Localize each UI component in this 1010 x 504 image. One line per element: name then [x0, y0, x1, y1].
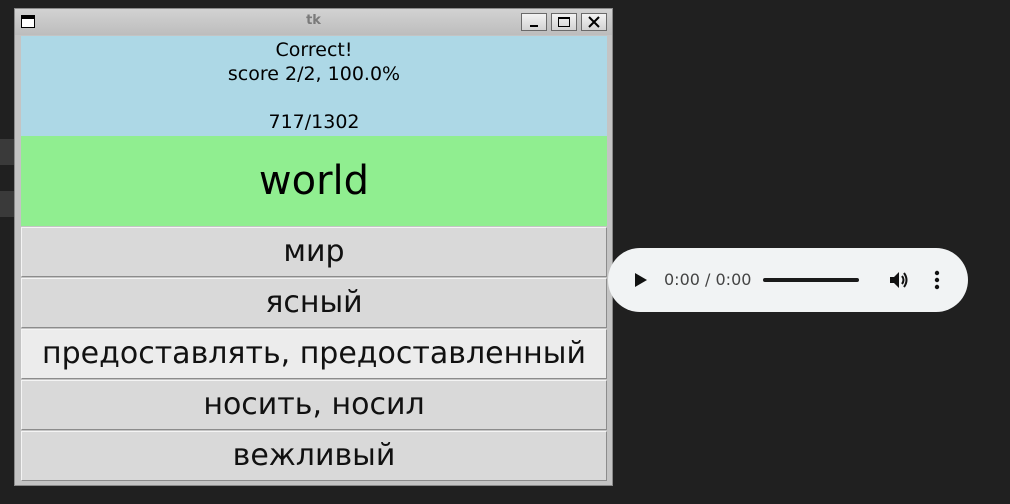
audio-player: 0:00 / 0:00 [608, 248, 968, 312]
background-strip [0, 139, 14, 165]
choice-button-2[interactable]: ясный [21, 278, 607, 328]
maximize-button[interactable] [551, 13, 577, 31]
choice-button-5[interactable]: вежливый [21, 431, 607, 481]
score-text: score 2/2, 100.0% [227, 63, 401, 85]
more-options-icon[interactable] [928, 269, 946, 291]
choice-button-4[interactable]: носить, носил [21, 380, 607, 430]
minimize-button[interactable] [521, 13, 547, 31]
title-bar[interactable]: tk [15, 9, 612, 35]
status-panel: Correct! score 2/2, 100.0% 717/1302 [21, 36, 607, 136]
play-icon[interactable] [630, 270, 650, 290]
close-icon [588, 16, 600, 28]
progress-counter: 717/1302 [268, 111, 360, 133]
question-word: world [21, 136, 607, 226]
audio-seek-bar[interactable] [763, 278, 859, 282]
choice-button-3[interactable]: предоставлять, предоставленный [21, 329, 607, 379]
volume-icon[interactable] [888, 269, 910, 291]
choice-button-1[interactable]: мир [21, 227, 607, 277]
close-button[interactable] [581, 13, 607, 31]
background-strip [0, 191, 14, 217]
audio-time: 0:00 / 0:00 [664, 270, 752, 289]
tk-window: tk Correct! score 2/2, 100.0% 717/1302 w… [14, 8, 613, 486]
result-text: Correct! [275, 39, 353, 61]
